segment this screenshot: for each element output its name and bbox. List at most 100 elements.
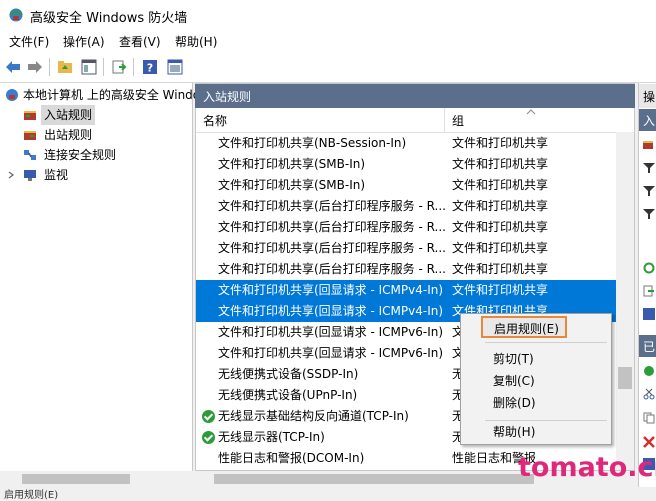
firewall-app-icon: [9, 8, 23, 22]
filter-state-icon[interactable]: [643, 185, 655, 197]
menu-action[interactable]: 操作(A): [63, 33, 105, 50]
rule-name: 无线便携式设备(SSDP-In): [218, 367, 359, 381]
menu-view[interactable]: 查看(V): [119, 33, 161, 50]
actions-selected-header[interactable]: 已: [639, 335, 656, 357]
export-list-icon[interactable]: [643, 285, 655, 297]
table-row[interactable]: 文件和打印机共享(SMB-In) 文件和打印机共享: [196, 175, 616, 196]
menu-help[interactable]: 帮助(H): [175, 33, 217, 50]
rule-name: 无线便携式设备(UPnP-In): [218, 388, 358, 402]
menu-delete[interactable]: 删除(D): [493, 394, 536, 411]
menu-copy[interactable]: 复制(C): [493, 372, 535, 389]
rule-group: 文件和打印机共享: [452, 262, 549, 276]
connection-security-icon: [24, 150, 36, 160]
actions-header: 操: [639, 84, 656, 108]
copy-icon[interactable]: [643, 412, 655, 424]
rule-name: 文件和打印机共享(SMB-In): [218, 178, 366, 192]
menu-cut[interactable]: 剪切(T): [493, 350, 534, 367]
tree-root-label: 本地计算机 上的高级安全 Windows: [23, 88, 217, 102]
menu-bar: 文件(F) 操作(A) 查看(V) 帮助(H): [0, 30, 656, 52]
back-arrow-icon[interactable]: [3, 57, 23, 77]
show-tree-icon[interactable]: [79, 57, 99, 77]
toolbar: ?: [0, 52, 656, 83]
watermark: tomato.cn: [518, 452, 656, 483]
window-title: 高级安全 Windows 防火墙: [30, 11, 188, 26]
actions-header-label: 操: [643, 90, 656, 104]
pane-title: 入站规则: [203, 90, 252, 104]
rule-enabled-check-icon: [202, 410, 215, 423]
actions-inbound-header[interactable]: 入: [639, 109, 656, 131]
sort-caret-icon: [526, 109, 536, 115]
firewall-root-icon: [6, 89, 18, 101]
actions-inbound-label: 入: [643, 114, 656, 128]
rule-name: 文件和打印机共享(后台打印程序服务 - R...: [218, 220, 446, 234]
rule-name: 无线显示器(TCP-In): [218, 430, 325, 444]
menu-enable-rule[interactable]: 启用规则(E): [494, 320, 559, 337]
chevron-right-icon[interactable]: [7, 171, 15, 179]
menu-help-item[interactable]: 帮助(H): [493, 423, 535, 440]
inbound-rules-icon: [24, 111, 36, 120]
new-rule-icon[interactable]: [643, 139, 655, 151]
monitor-icon: [24, 170, 36, 181]
rule-name: 文件和打印机共享(后台打印程序服务 - R...: [218, 199, 446, 213]
help-action-icon[interactable]: [643, 308, 655, 320]
table-row[interactable]: 文件和打印机共享(回显请求 - ICMPv4-In) 文件和打印机共享: [196, 280, 616, 301]
rule-group: 文件和打印机共享: [452, 199, 549, 213]
rule-group: 文件和打印机共享: [452, 136, 549, 150]
properties-icon[interactable]: [165, 57, 185, 77]
rule-group: 文件和打印机共享: [452, 220, 549, 234]
rule-name: 文件和打印机共享(后台打印程序服务 - R...: [218, 241, 446, 255]
rule-name: 文件和打印机共享(回显请求 - ICMPv4-In): [218, 304, 444, 318]
outbound-rules-icon: [24, 131, 36, 140]
actions-selected-label: 已: [643, 340, 656, 354]
filter-profile-icon[interactable]: [643, 162, 655, 174]
column-group[interactable]: 组: [452, 112, 464, 129]
tree-item-label: 连接安全规则: [44, 148, 117, 162]
vertical-scroll-thumb[interactable]: [618, 367, 632, 389]
delete-icon[interactable]: [643, 436, 655, 448]
folder-up-icon[interactable]: [55, 57, 75, 77]
cut-icon[interactable]: [643, 388, 655, 400]
table-row[interactable]: 文件和打印机共享(后台打印程序服务 - R... 文件和打印机共享: [196, 238, 616, 259]
tree-item-label: 出站规则: [44, 128, 93, 142]
column-header: 名称 组: [196, 108, 634, 133]
vertical-scrollbar[interactable]: [616, 132, 634, 470]
table-row[interactable]: 文件和打印机共享(NB-Session-In) 文件和打印机共享: [196, 133, 616, 154]
title-bar: 高级安全 Windows 防火墙: [0, 0, 656, 30]
rule-group: 文件和打印机共享: [452, 241, 549, 255]
tree-item-label: 入站规则: [41, 105, 96, 125]
table-row[interactable]: 文件和打印机共享(后台打印程序服务 - R... 文件和打印机共享: [196, 196, 616, 217]
rule-group: 文件和打印机共享: [452, 178, 549, 192]
table-row[interactable]: 文件和打印机共享(后台打印程序服务 - R... 文件和打印机共享: [196, 259, 616, 280]
rule-name: 文件和打印机共享(回显请求 - ICMPv6-In): [218, 325, 444, 339]
help-icon[interactable]: ?: [140, 57, 160, 77]
tree-item-label: 监视: [44, 168, 69, 182]
table-row[interactable]: 文件和打印机共享(后台打印程序服务 - R... 文件和打印机共享: [196, 217, 616, 238]
rule-name: 文件和打印机共享(回显请求 - ICMPv6-In): [218, 346, 444, 360]
table-row[interactable]: 文件和打印机共享(SMB-In) 文件和打印机共享: [196, 154, 616, 175]
refresh-icon[interactable]: [643, 262, 655, 274]
column-name[interactable]: 名称: [203, 112, 227, 129]
pane-header: 入站规则: [195, 84, 635, 108]
column-divider[interactable]: [444, 108, 445, 132]
rule-group: 文件和打印机共享: [452, 283, 549, 297]
tree-pane: 本地计算机 上的高级安全 Windows 入站规则 出站规则 连接安全规则 监视: [0, 83, 216, 471]
rule-name: 性能日志和警报(DCOM-In): [218, 451, 365, 465]
rule-name: 文件和打印机共享(后台打印程序服务 - R...: [218, 262, 446, 276]
forward-arrow-icon[interactable]: [25, 57, 45, 77]
rule-enabled-check-icon: [202, 431, 215, 444]
rule-name: 文件和打印机共享(回显请求 - ICMPv4-In): [218, 283, 444, 297]
svg-text:?: ?: [147, 62, 153, 75]
menu-file[interactable]: 文件(F): [9, 33, 49, 50]
status-bar: 启用规则(E): [0, 487, 656, 501]
rule-name: 文件和打印机共享(NB-Session-In): [218, 136, 407, 150]
rule-group: 文件和打印机共享: [452, 157, 549, 171]
rules-horizontal-scroll-thumb[interactable]: [214, 474, 534, 484]
rule-name: 无线显示基础结构反向通道(TCP-In): [218, 409, 409, 423]
enable-rule-icon[interactable]: [643, 365, 655, 377]
tree-root[interactable]: 本地计算机 上的高级安全 Windows: [0, 85, 216, 105]
export-icon[interactable]: [109, 57, 129, 77]
tree-horizontal-scroll-thumb[interactable]: [22, 474, 130, 484]
status-text: 启用规则(E): [4, 490, 59, 501]
filter-group-icon[interactable]: [643, 208, 655, 220]
rule-name: 文件和打印机共享(SMB-In): [218, 157, 366, 171]
